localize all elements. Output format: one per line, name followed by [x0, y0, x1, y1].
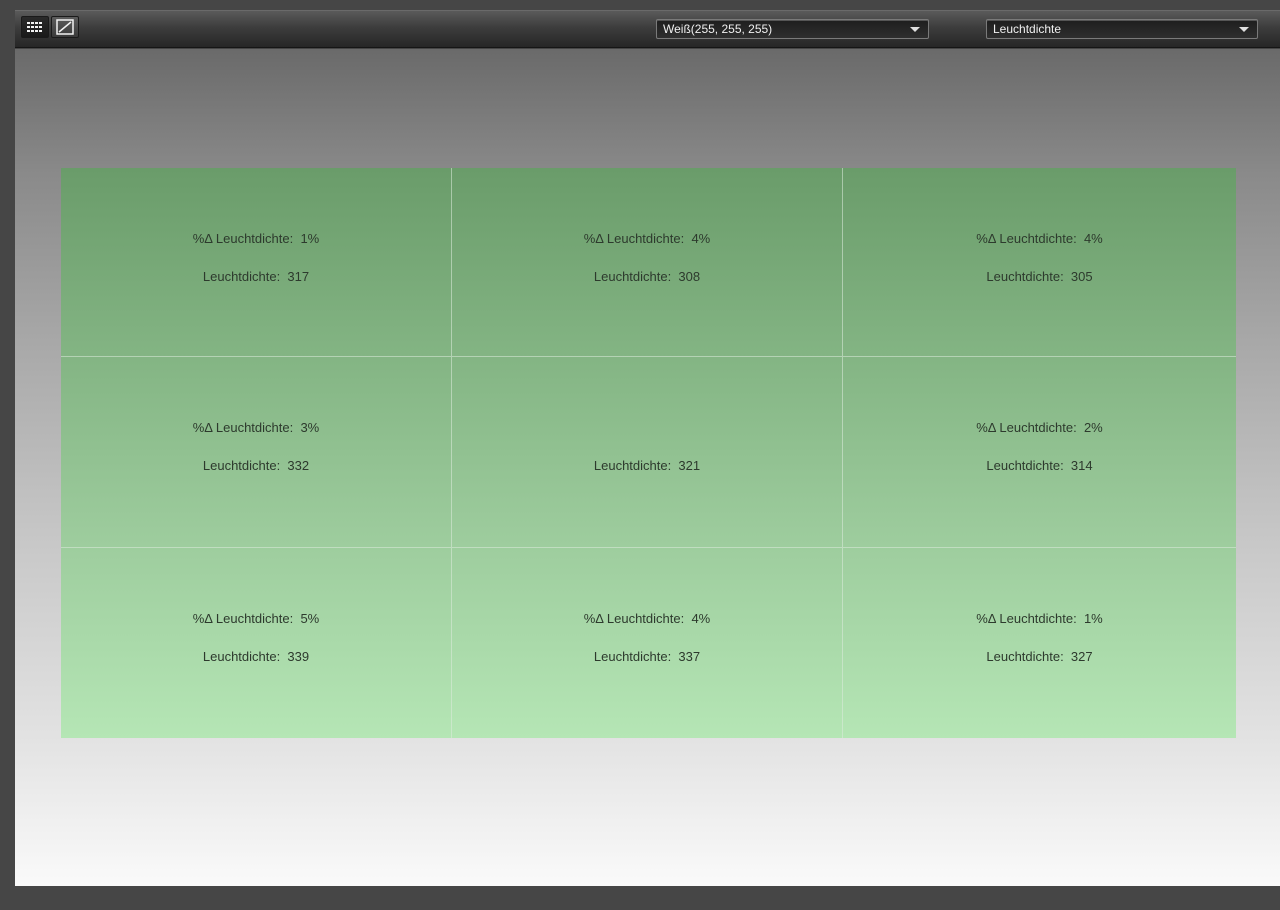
view-toggle — [21, 16, 79, 42]
luminance-value: Leuchtdichte: 339 — [202, 649, 310, 664]
luminance-value: Leuchtdichte: 314 — [986, 458, 1093, 473]
grid-cell-3: %Δ Leuchtdichte: 4% Leuchtdichte: 305 — [843, 168, 1236, 357]
uniformity-window: Weiß(255, 255, 255) Leuchtdichte %Δ Leuc… — [0, 0, 1280, 910]
uniformity-grid: %Δ Leuchtdichte: 1% Leuchtdichte: 317 %Δ… — [61, 168, 1236, 738]
luminance-value: Leuchtdichte: 317 — [202, 269, 310, 284]
toolbar: Weiß(255, 255, 255) Leuchtdichte — [15, 10, 1280, 48]
luminance-delta: %Δ Leuchtdichte: 4% — [583, 231, 711, 246]
luminance-value: Leuchtdichte: 332 — [202, 458, 310, 473]
mode-select[interactable]: Leuchtdichte — [986, 19, 1258, 39]
luminance-delta: %Δ Leuchtdichte: 3% — [192, 420, 320, 435]
grid-cell-2: %Δ Leuchtdichte: 4% Leuchtdichte: 308 — [452, 168, 843, 357]
mode-select-value: Leuchtdichte — [993, 22, 1062, 36]
luminance-delta: %Δ Leuchtdichte: 1% — [192, 231, 320, 246]
curve-icon — [56, 19, 74, 35]
luminance-value: Leuchtdichte: 337 — [593, 649, 701, 664]
luminance-delta: %Δ Leuchtdichte: 4% — [583, 611, 711, 626]
grid-view-button[interactable] — [21, 16, 49, 38]
luminance-delta: %Δ Leuchtdichte: 1% — [976, 611, 1103, 626]
window-bottom-frame — [0, 886, 1280, 910]
luminance-value: Leuchtdichte: 327 — [986, 649, 1093, 664]
grid-cell-7: %Δ Leuchtdichte: 5% Leuchtdichte: 339 — [61, 548, 452, 738]
luminance-value: Leuchtdichte: 321 — [593, 458, 701, 473]
grid-cell-8: %Δ Leuchtdichte: 4% Leuchtdichte: 337 — [452, 548, 843, 738]
grid-cell-6: %Δ Leuchtdichte: 2% Leuchtdichte: 314 — [843, 357, 1236, 548]
luminance-value: Leuchtdichte: 308 — [593, 269, 701, 284]
luminance-value: Leuchtdichte: 305 — [986, 269, 1093, 284]
chevron-down-icon — [1239, 27, 1249, 32]
curve-view-button[interactable] — [51, 16, 79, 38]
grid-icon — [27, 22, 42, 32]
grid-cell-4: %Δ Leuchtdichte: 3% Leuchtdichte: 332 — [61, 357, 452, 548]
grid-cell-5-reference: Leuchtdichte: 321 — [452, 357, 843, 548]
luminance-delta: %Δ Leuchtdichte: 5% — [192, 611, 320, 626]
color-select-value: Weiß(255, 255, 255) — [663, 22, 773, 36]
luminance-delta: %Δ Leuchtdichte: 4% — [976, 231, 1103, 246]
grid-cell-1: %Δ Leuchtdichte: 1% Leuchtdichte: 317 — [61, 168, 452, 357]
color-select[interactable]: Weiß(255, 255, 255) — [656, 19, 929, 39]
chevron-down-icon — [910, 27, 920, 32]
grid-cell-9: %Δ Leuchtdichte: 1% Leuchtdichte: 327 — [843, 548, 1236, 738]
luminance-delta: %Δ Leuchtdichte: 2% — [976, 420, 1103, 435]
